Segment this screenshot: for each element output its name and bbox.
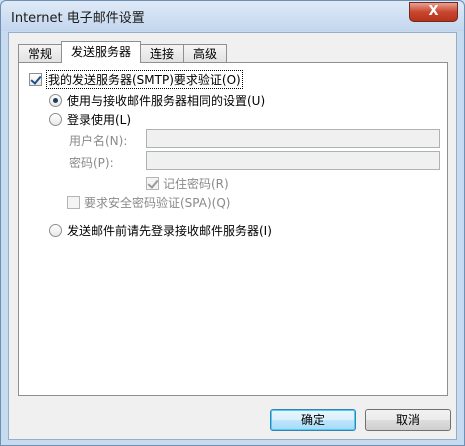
spa-option[interactable]: 要求安全密码验证(SPA)(Q)	[67, 193, 230, 211]
username-field[interactable]	[146, 129, 440, 148]
tab-connection[interactable]: 连接	[140, 44, 185, 63]
spa-checkbox[interactable]	[67, 195, 80, 209]
smtp-auth-option[interactable]: 我的发送服务器(SMTP)要求验证(O)	[29, 69, 243, 89]
close-icon: X	[428, 4, 439, 19]
login-with-label: 登录使用(L)	[67, 112, 132, 127]
tab-advanced[interactable]: 高级	[183, 44, 228, 63]
login-with-radio[interactable]	[49, 112, 62, 126]
smtp-auth-checkbox[interactable]	[29, 72, 42, 86]
ok-button[interactable]: 确定	[270, 409, 356, 431]
dialog-body: 常规 发送服务器 连接 高级 我的发送服务器(SMTP)要求验证(O) 使用与接…	[8, 32, 457, 440]
use-same-settings-option[interactable]: 使用与接收邮件服务器相同的设置(U)	[49, 91, 265, 109]
remember-password-option[interactable]: 记住密码(R)	[146, 174, 229, 192]
remember-password-checkbox[interactable]	[146, 176, 159, 190]
tab-outgoing-server[interactable]: 发送服务器	[61, 41, 142, 63]
spa-label: 要求安全密码验证(SPA)(Q)	[84, 195, 231, 210]
use-same-settings-radio[interactable]	[49, 93, 62, 107]
login-before-send-label: 发送邮件前请先登录接收邮件服务器(I)	[67, 223, 272, 238]
smtp-auth-label: 我的发送服务器(SMTP)要求验证(O)	[46, 69, 243, 89]
login-with-option[interactable]: 登录使用(L)	[49, 110, 131, 128]
title-bar: Internet 电子邮件设置 X	[1, 1, 464, 31]
remember-password-label: 记住密码(R)	[163, 176, 229, 191]
window-title: Internet 电子邮件设置	[11, 11, 145, 26]
tab-general[interactable]: 常规	[18, 44, 63, 63]
cancel-button[interactable]: 取消	[365, 409, 451, 431]
settings-dialog: Internet 电子邮件设置 X 常规 发送服务器 连接 高级 我的发送服务器…	[0, 0, 465, 446]
login-before-send-radio[interactable]	[49, 223, 62, 237]
close-button[interactable]: X	[409, 2, 458, 22]
login-before-send-option[interactable]: 发送邮件前请先登录接收邮件服务器(I)	[49, 221, 272, 239]
password-label: 密码(P):	[69, 156, 114, 170]
use-same-settings-label: 使用与接收邮件服务器相同的设置(U)	[67, 93, 266, 108]
outgoing-server-panel: 我的发送服务器(SMTP)要求验证(O) 使用与接收邮件服务器相同的设置(U) …	[18, 62, 448, 396]
tab-strip: 常规 发送服务器 连接 高级	[18, 41, 228, 63]
password-field[interactable]	[146, 151, 440, 170]
username-label: 用户名(N):	[69, 134, 128, 148]
